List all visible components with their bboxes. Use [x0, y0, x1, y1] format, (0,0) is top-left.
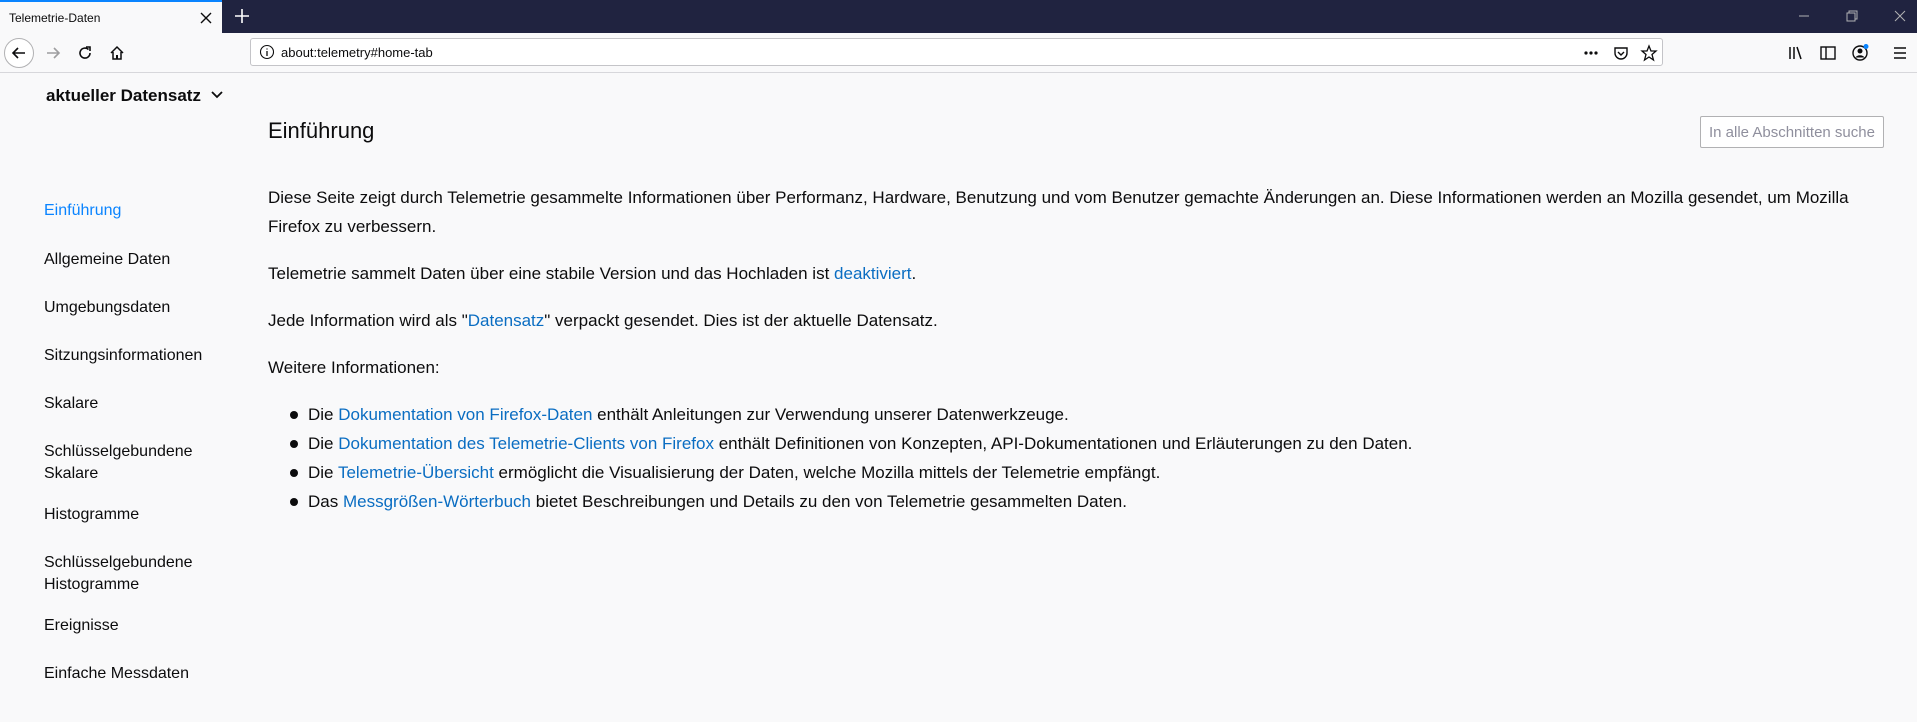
info-icon[interactable] — [259, 44, 275, 60]
sidebar-item-einfache-messdaten[interactable]: Einfache Messdaten — [44, 663, 244, 685]
url-text[interactable]: about:telemetry#home-tab — [281, 45, 433, 60]
telemetry-client-docs-link[interactable]: Dokumentation des Telemetrie-Clients von… — [338, 434, 714, 453]
category-header[interactable]: aktueller Datensatz — [46, 86, 201, 106]
bookmark-star-icon[interactable] — [1639, 43, 1659, 63]
list-item: Die Dokumentation des Telemetrie-Clients… — [268, 429, 1878, 458]
new-tab-icon[interactable] — [230, 4, 254, 28]
bullet-text: bietet Beschreibungen und Details zu den… — [530, 492, 1127, 511]
pocket-icon[interactable] — [1611, 43, 1631, 63]
chevron-down-icon[interactable] — [210, 88, 224, 102]
back-arrow-icon — [11, 47, 25, 59]
minimize-icon[interactable] — [1794, 6, 1814, 26]
probe-dictionary-link[interactable]: Messgrößen-Wörterbuch — [343, 492, 531, 511]
tab-title: Telemetrie-Daten — [9, 11, 101, 25]
ping-link[interactable]: Datensatz — [468, 311, 545, 330]
sidebar-item-allgemeine-daten[interactable]: Allgemeine Daten — [44, 249, 244, 271]
list-item: Die Telemetrie-Übersicht ermöglicht die … — [268, 458, 1878, 487]
reload-icon — [79, 46, 91, 59]
upload-disabled-link[interactable]: deaktiviert — [834, 264, 911, 283]
back-button[interactable] — [4, 38, 34, 68]
restore-icon[interactable] — [1842, 6, 1862, 26]
search-input[interactable] — [1700, 116, 1884, 148]
bullet-text: Die — [308, 434, 339, 453]
forward-button[interactable] — [38, 38, 68, 68]
telemetry-dashboard-link[interactable]: Telemetrie-Übersicht — [338, 463, 494, 482]
bullet-text: Die — [308, 405, 339, 424]
bullet-text: ermöglicht die Visualisierung der Daten,… — [493, 463, 1161, 482]
forward-arrow-icon — [47, 47, 61, 59]
more-info-heading: Weitere Informationen: — [268, 358, 440, 377]
upload-text: Telemetrie sammelt Daten über eine stabi… — [268, 264, 835, 283]
close-tab-icon[interactable] — [196, 8, 216, 28]
page-actions-icon[interactable] — [1581, 43, 1601, 63]
menu-hamburger-icon[interactable] — [1890, 43, 1910, 63]
sidebar-toggle-icon[interactable] — [1818, 43, 1838, 63]
sidebar-item-histogramme[interactable]: Histogramme — [44, 504, 244, 526]
upload-text-end: . — [911, 264, 917, 283]
tab-telemetry[interactable]: Telemetrie-Daten — [0, 0, 222, 33]
account-icon[interactable] — [1850, 43, 1870, 63]
tab-strip: Telemetrie-Daten — [0, 0, 1917, 33]
sidebar-item-umgebungsdaten[interactable]: Umgebungsdaten — [44, 297, 244, 319]
home-button[interactable] — [102, 38, 132, 68]
bullet-text: Die — [308, 463, 338, 482]
navigation-toolbar: about:telemetry#home-tab — [0, 33, 1917, 73]
close-window-icon[interactable] — [1890, 6, 1910, 26]
intro-paragraph: Diese Seite zeigt durch Telemetrie gesam… — [268, 188, 1849, 236]
ping-text-end: " verpackt gesendet. Dies ist der aktuel… — [544, 311, 938, 330]
sidebar-item-einfuehrung[interactable]: Einführung — [44, 200, 244, 222]
bullet-text: enthält Definitionen von Konzepten, API-… — [713, 434, 1413, 453]
bullet-text: enthält Anleitungen zur Verwendung unser… — [592, 405, 1069, 424]
ping-text: Jede Information wird als " — [268, 311, 468, 330]
sidebar-item-schluesselgebundene-skalare[interactable]: Schlüsselgebundene Skalare — [44, 441, 204, 485]
sidebar-item-sitzungsinformationen[interactable]: Sitzungsinformationen — [44, 345, 244, 367]
upload-paragraph: Telemetrie sammelt Daten über eine stabi… — [268, 259, 1878, 288]
more-info-list: Die Dokumentation von Firefox-Daten enth… — [268, 400, 1878, 516]
page-title: Einführung — [268, 118, 375, 143]
bullet-text: Das — [308, 492, 343, 511]
url-bar[interactable]: about:telemetry#home-tab — [250, 38, 1663, 66]
home-icon — [110, 45, 124, 60]
firefox-data-docs-link[interactable]: Dokumentation von Firefox-Daten — [338, 405, 592, 424]
list-item: Die Dokumentation von Firefox-Daten enth… — [268, 400, 1878, 429]
list-item: Das Messgrößen-Wörterbuch bietet Beschre… — [268, 487, 1878, 516]
sidebar-item-schluesselgebundene-histogramme[interactable]: Schlüsselgebundene Histogramme — [44, 552, 204, 596]
library-icon[interactable] — [1786, 43, 1806, 63]
sidebar-item-skalare[interactable]: Skalare — [44, 393, 244, 415]
ping-paragraph: Jede Information wird als "Datensatz" ve… — [268, 306, 1878, 335]
reload-button[interactable] — [70, 38, 100, 68]
sidebar-item-ereignisse[interactable]: Ereignisse — [44, 615, 244, 637]
